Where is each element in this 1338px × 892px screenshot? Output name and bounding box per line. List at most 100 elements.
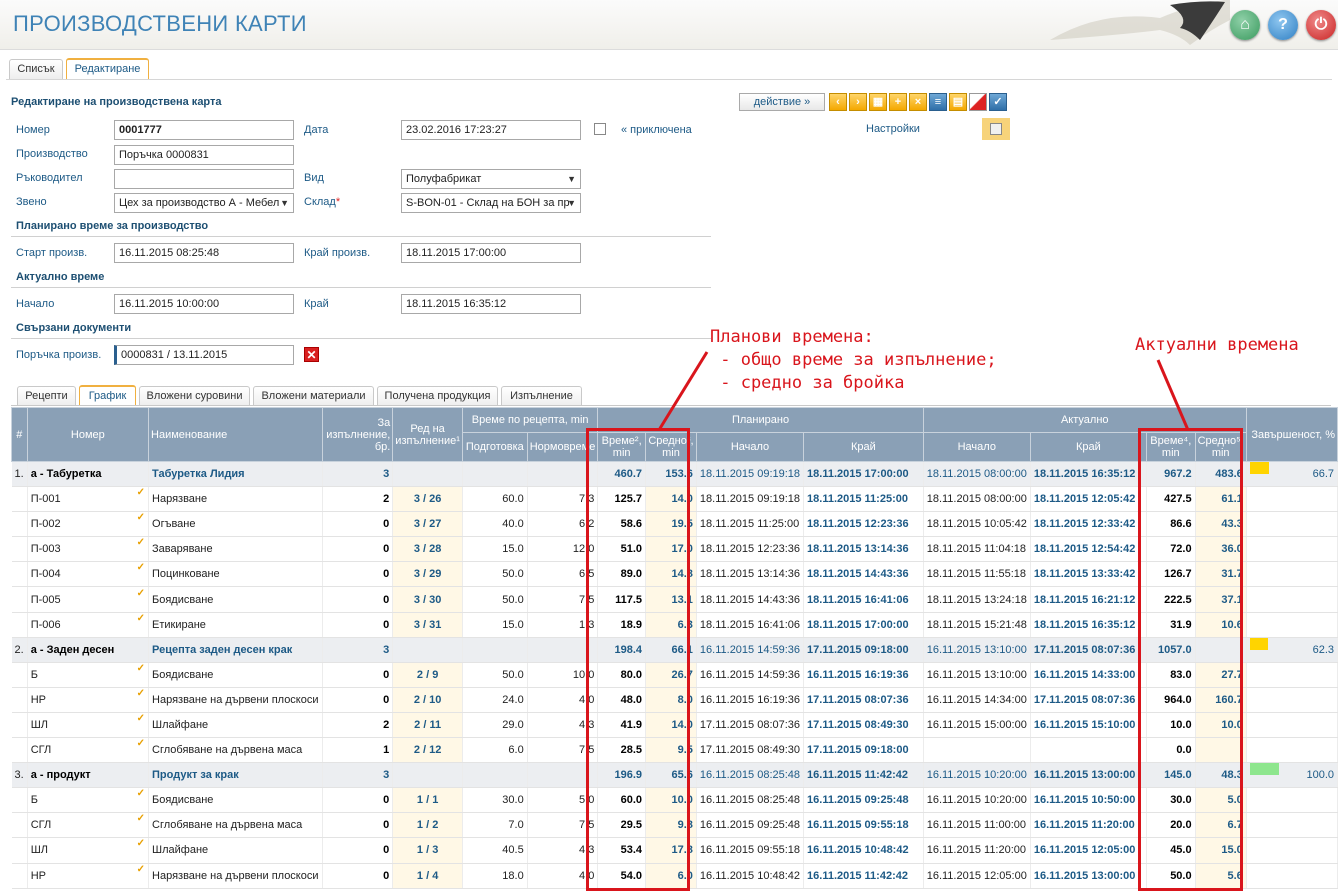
remove-link-icon[interactable]: ✕: [304, 347, 319, 362]
row-code-text: ШЛ: [30, 844, 48, 857]
row-prep: 6.0: [462, 737, 528, 764]
subtab-recipes[interactable]: Рецепти: [17, 386, 76, 406]
first-icon[interactable]: ‹: [829, 93, 847, 111]
row-order: 2 / 9: [392, 662, 463, 688]
action-button[interactable]: действие »: [739, 93, 825, 111]
row-quantity: 3: [322, 762, 394, 789]
row-done: 62.3: [1246, 637, 1338, 663]
subtab-products[interactable]: Получена продукция: [377, 386, 498, 406]
row-actual-end: 18.11.2015 16:35:12: [1030, 461, 1147, 488]
row-planned-end: 16.11.2015 10:48:42: [803, 837, 924, 864]
row-name-text: Боядисване: [152, 794, 214, 807]
settings-toggle[interactable]: [982, 118, 1010, 140]
row-quantity: 0: [322, 687, 394, 713]
row-planned-start: 18.11.2015 13:14:36: [696, 561, 805, 588]
row-planned-start-text: 18.11.2015 14:43:36: [699, 593, 801, 606]
linked-section-title: Свързани документи: [16, 322, 132, 334]
order-field[interactable]: 0000831 / 13.11.2015: [114, 345, 294, 365]
tab-list[interactable]: Списък: [9, 59, 63, 79]
row-name: Табуретка Лидия: [148, 461, 323, 488]
row-prep: 50.0: [462, 662, 528, 688]
row-actual-start: 16.11.2015 15:00:00: [923, 712, 1031, 739]
logout-button[interactable]: ⏻: [1306, 10, 1336, 40]
row-actual-end: 16.11.2015 14:33:00: [1030, 662, 1147, 688]
row-code: СГЛ ✓: [27, 737, 150, 764]
row-quantity-text: 0: [383, 869, 390, 882]
document-icon[interactable]: ≡: [929, 93, 947, 111]
row-number: [11, 812, 28, 839]
cancel-edit-icon[interactable]: [969, 93, 987, 111]
row-actual-end: 17.11.2015 08:07:36: [1030, 687, 1147, 713]
home-button[interactable]: ⌂: [1230, 10, 1260, 40]
section-divider: [11, 338, 711, 339]
number-field[interactable]: 0001777: [114, 120, 294, 140]
row-name-text: Шлайфане: [152, 844, 209, 857]
row-name: Огъване: [148, 511, 323, 538]
row-number: [11, 837, 28, 864]
copy-icon[interactable]: ▦: [869, 93, 887, 111]
warehouse-select[interactable]: S-BON-01 - Склад на БОН за пр: [401, 193, 581, 213]
row-order-text: 3 / 26: [413, 493, 442, 506]
subtab-execution[interactable]: Изпълнение: [501, 386, 582, 406]
row-order-text: 3 / 31: [413, 618, 442, 631]
row-order-text: 2 / 10: [413, 693, 442, 706]
production-field[interactable]: Поръчка 0000831: [114, 145, 294, 165]
progress-value: 100.0: [1306, 769, 1334, 782]
row-planned-end-text: 18.11.2015 14:43:36: [807, 568, 909, 581]
row-quantity: 0: [322, 511, 394, 538]
tab-edit[interactable]: Редактиране: [66, 58, 149, 79]
row-planned-end-text: 18.11.2015 13:14:36: [807, 543, 909, 556]
row-planned-start: 18.11.2015 11:25:00: [696, 511, 805, 538]
actual-start-field[interactable]: 16.11.2015 10:00:00: [114, 294, 294, 314]
row-code-text: а - Табуретка: [30, 468, 102, 481]
row-planned-end: 17.11.2015 08:49:30: [803, 712, 924, 739]
closed-checkbox[interactable]: [594, 123, 606, 135]
subtab-raw-materials[interactable]: Вложени суровини: [139, 386, 250, 406]
print-icon[interactable]: ▤: [949, 93, 967, 111]
row-planned-end: 18.11.2015 12:23:36: [803, 511, 924, 538]
planned-times-highlight: [586, 428, 690, 891]
progress-bar: [1249, 763, 1279, 776]
manager-field[interactable]: [114, 169, 294, 189]
row-planned-start: 18.11.2015 12:23:36: [696, 536, 805, 563]
actual-end-field[interactable]: 18.11.2015 16:35:12: [401, 294, 581, 314]
subtab-materials[interactable]: Вложени материали: [253, 386, 374, 406]
col-number: Номер: [26, 407, 150, 462]
end-field[interactable]: 18.11.2015 17:00:00: [401, 243, 581, 263]
row-order: 3 / 31: [392, 612, 463, 638]
row-planned-start-text: 16.11.2015 08:25:48: [699, 794, 801, 807]
row-planned-start-text: 16.11.2015 14:59:36: [699, 668, 801, 681]
start-field[interactable]: 16.11.2015 08:25:48: [114, 243, 294, 263]
checkmark-icon: ✓: [136, 587, 146, 599]
row-order-text: 3 / 30: [413, 593, 442, 606]
next-icon[interactable]: ›: [849, 93, 867, 111]
type-select[interactable]: Полуфабрикат: [401, 169, 581, 189]
add-icon[interactable]: +: [889, 93, 907, 111]
row-planned-start-text: 18.11.2015 09:19:18: [699, 493, 801, 506]
unit-select[interactable]: Цех за производство А - Мебел: [114, 193, 294, 213]
subtab-schedule[interactable]: График: [79, 385, 136, 406]
row-prep: 24.0: [462, 687, 528, 713]
row-quantity: 3: [322, 637, 394, 663]
row-order: 3 / 27: [392, 511, 463, 538]
row-actual-end: 16.11.2015 10:50:00: [1030, 787, 1147, 814]
date-field[interactable]: 23.02.2016 17:23:27: [401, 120, 581, 140]
row-planned-start-text: 16.11.2015 08:25:48: [699, 769, 801, 782]
row-actual-end: [1030, 737, 1147, 764]
actual-start-label: Начало: [16, 298, 55, 310]
help-button[interactable]: ?: [1268, 10, 1298, 40]
row-prep-text: 40.0: [502, 518, 524, 531]
row-planned-start-text: 17.11.2015 08:49:30: [699, 744, 801, 757]
row-actual-start-text: 16.11.2015 14:34:00: [926, 693, 1027, 706]
row-code: ШЛ ✓: [27, 712, 150, 739]
row-done: [1246, 687, 1338, 713]
row-number: [11, 863, 28, 889]
delete-icon[interactable]: ×: [909, 93, 927, 111]
row-planned-end: 18.11.2015 11:25:00: [803, 486, 924, 513]
row-quantity: 0: [322, 837, 394, 864]
row-prep: 15.0: [462, 536, 528, 563]
row-order-text: 2 / 11: [414, 718, 442, 731]
row-prep: 40.0: [462, 511, 528, 538]
save-check-icon[interactable]: ✓: [989, 93, 1007, 111]
row-planned-start-text: 17.11.2015 08:07:36: [699, 718, 801, 731]
